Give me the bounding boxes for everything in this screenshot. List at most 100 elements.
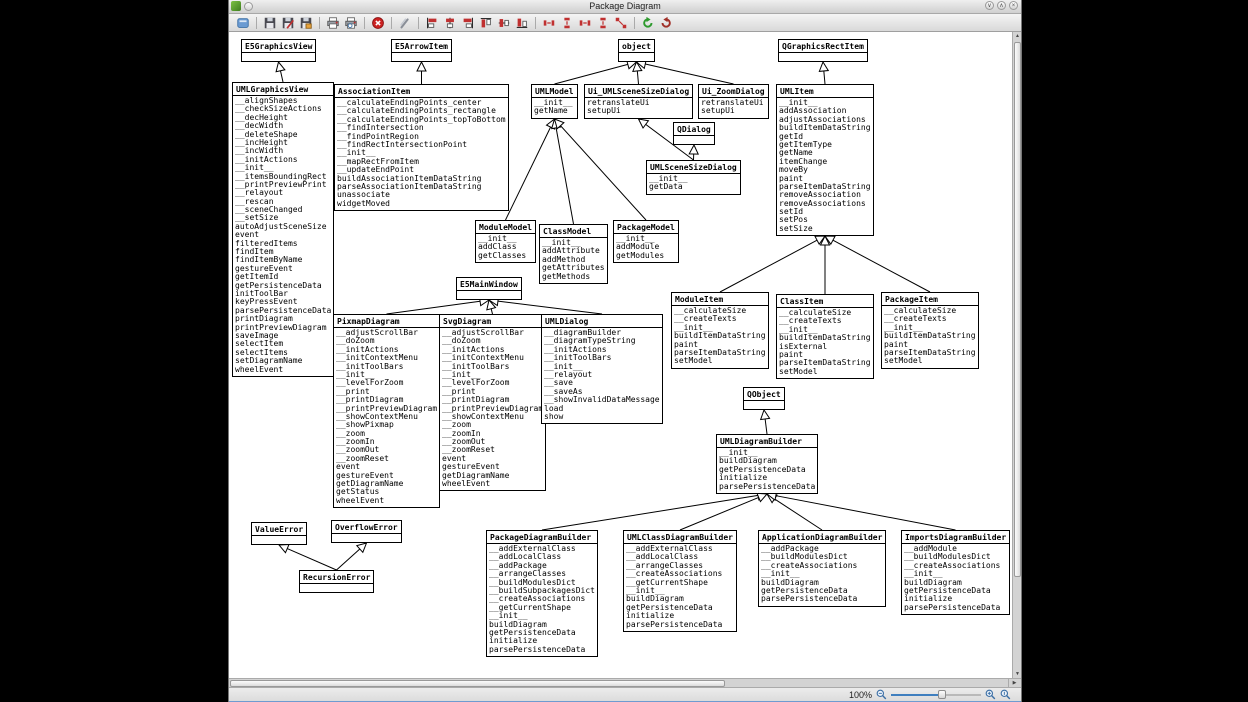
class-name: object <box>619 40 654 53</box>
undo-icon[interactable] <box>658 15 674 31</box>
class-name: ClassModel <box>540 225 607 238</box>
class-members: __calculateSize__createTexts__init__buil… <box>777 308 873 378</box>
zoom-in-icon[interactable] <box>985 689 996 700</box>
class-box-E5ArrowItem[interactable]: E5ArrowItem <box>391 39 452 62</box>
align-top-icon[interactable] <box>478 15 494 31</box>
vertical-scrollbar[interactable]: ▲ ▼ <box>1012 32 1021 678</box>
class-name: ModuleItem <box>672 293 768 306</box>
horizontal-scrollbar[interactable]: ▶ <box>229 678 1021 688</box>
class-box-UMLItem[interactable]: UMLItem__init__addAssociationadjustAssoc… <box>776 84 874 236</box>
class-member: getClasses <box>478 252 533 260</box>
class-box-AssociationItem[interactable]: AssociationItem__calculateEndingPoints_c… <box>334 84 509 211</box>
class-box-UMLSceneSizeDialog[interactable]: UMLSceneSizeDialog__init__getData <box>646 160 741 195</box>
toolbar-separator <box>535 17 536 29</box>
class-box-ClassModel[interactable]: ClassModel__init__addAttributeaddMethodg… <box>539 224 608 284</box>
space-vertically-icon[interactable] <box>559 15 575 31</box>
class-member: show <box>544 413 660 421</box>
redo-icon[interactable] <box>640 15 656 31</box>
package-diagram-window: Package Diagram ∨∧× E5GraphicsView E5Arro… <box>228 0 1022 702</box>
vertical-scrollbar-thumb[interactable] <box>1014 42 1021 577</box>
class-name: Ui_UMLSceneSizeDialog <box>585 85 692 98</box>
class-box-ClassItem[interactable]: ClassItem__calculateSize__createTexts__i… <box>776 294 874 379</box>
class-name: ModuleModel <box>476 221 535 234</box>
zoom-slider[interactable] <box>891 689 981 700</box>
class-box-UMLClassDiagramBuilder[interactable]: UMLClassDiagramBuilder__addExternalClass… <box>623 530 737 632</box>
shade-button[interactable]: ∨ <box>985 1 994 10</box>
class-box-OverflowError[interactable]: OverflowError <box>331 520 402 543</box>
class-name: UMLSceneSizeDialog <box>647 161 740 174</box>
resize-horizontally-icon[interactable] <box>577 15 593 31</box>
class-member: setModel <box>884 357 976 365</box>
zoom-out-icon[interactable] <box>876 689 887 700</box>
save-image-icon[interactable] <box>298 15 314 31</box>
class-members <box>457 291 521 299</box>
class-member: parsePersistenceData <box>719 483 815 491</box>
class-box-object[interactable]: object <box>618 39 655 62</box>
align-left-icon[interactable] <box>424 15 440 31</box>
class-box-QObject[interactable]: QObject <box>743 387 785 410</box>
zoom-level-label: 100% <box>849 690 872 700</box>
class-box-QDialog[interactable]: QDialog <box>673 122 715 145</box>
print-preview-icon[interactable] <box>343 15 359 31</box>
align-hcenter-icon[interactable] <box>442 15 458 31</box>
class-name: QObject <box>744 388 784 401</box>
scroll-down-arrow-icon[interactable]: ▼ <box>1013 671 1022 677</box>
align-bottom-icon[interactable] <box>514 15 530 31</box>
save-icon[interactable] <box>262 15 278 31</box>
class-name: QDialog <box>674 123 714 136</box>
class-members <box>332 534 401 542</box>
delete-icon[interactable] <box>370 15 386 31</box>
titlebar[interactable]: Package Diagram ∨∧× <box>229 0 1021 14</box>
class-members: __init__buildDiagramgetPersistenceDatain… <box>717 448 817 493</box>
class-name: ClassItem <box>777 295 873 308</box>
class-members: retranslateUisetupUi <box>585 98 692 118</box>
class-box-UMLDiagramBuilder[interactable]: UMLDiagramBuilder__init__buildDiagramget… <box>716 434 818 494</box>
class-members <box>619 53 654 61</box>
scroll-up-arrow-icon[interactable]: ▲ <box>1013 33 1022 39</box>
class-box-UMLModel[interactable]: UMLModel__init__getName <box>531 84 578 119</box>
class-member: widgetMoved <box>337 200 506 208</box>
class-box-PackageDiagramBuilder[interactable]: PackageDiagramBuilder__addExternalClass_… <box>486 530 598 657</box>
class-box-PackageModel[interactable]: PackageModel__init__addModulegetModules <box>613 220 679 263</box>
zoom-slider-thumb[interactable] <box>938 690 946 699</box>
class-box-E5GraphicsView[interactable]: E5GraphicsView <box>241 39 316 62</box>
class-box-QGraphicsRectItem[interactable]: QGraphicsRectItem <box>778 39 868 62</box>
class-members: __addExternalClass__addLocalClass__arran… <box>624 544 736 631</box>
class-name: UMLDialog <box>542 315 662 328</box>
horizontal-scrollbar-thumb[interactable] <box>230 680 725 687</box>
class-box-Ui_ZoomDialog[interactable]: Ui_ZoomDialogretranslateUisetupUi <box>698 84 769 119</box>
resize-both-icon[interactable] <box>613 15 629 31</box>
class-box-RecursionError[interactable]: RecursionError <box>299 570 374 593</box>
class-member: setSize <box>779 225 871 233</box>
class-box-UMLDialog[interactable]: UMLDialog__diagramBuilder__diagramTypeSt… <box>541 314 663 424</box>
align-vcenter-icon[interactable] <box>496 15 512 31</box>
class-name: PackageDiagramBuilder <box>487 531 597 544</box>
class-box-ValueError[interactable]: ValueError <box>251 522 307 545</box>
class-box-UMLGraphicsView[interactable]: UMLGraphicsView__alignShapes__checkSizeA… <box>232 82 334 377</box>
save-as-icon[interactable] <box>280 15 296 31</box>
class-box-PixmapDiagram[interactable]: PixmapDiagram__adjustScrollBar__doZoom__… <box>333 314 440 508</box>
window-title: Package Diagram <box>229 1 1021 11</box>
close-button[interactable]: × <box>1009 1 1018 10</box>
class-box-ApplicationDiagramBuilder[interactable]: ApplicationDiagramBuilder__addPackage__b… <box>758 530 886 607</box>
class-box-SvgDiagram[interactable]: SvgDiagram__adjustScrollBar__doZoom__ini… <box>439 314 546 491</box>
class-box-PackageItem[interactable]: PackageItem__calculateSize__createTexts_… <box>881 292 979 369</box>
maximize-button[interactable]: ∧ <box>997 1 1006 10</box>
close-window-icon[interactable] <box>235 15 251 31</box>
space-horizontally-icon[interactable] <box>541 15 557 31</box>
class-name: ApplicationDiagramBuilder <box>759 531 885 544</box>
class-box-Ui_UMLSceneSizeDialog[interactable]: Ui_UMLSceneSizeDialogretranslateUisetupU… <box>584 84 693 119</box>
relayout-icon[interactable] <box>397 15 413 31</box>
diagram-canvas[interactable]: E5GraphicsView E5ArrowItem object QGraphics… <box>229 32 1014 678</box>
align-right-icon[interactable] <box>460 15 476 31</box>
resize-vertically-icon[interactable] <box>595 15 611 31</box>
class-members: __calculateSize__createTexts__init__buil… <box>882 306 978 368</box>
class-box-ImportsDiagramBuilder[interactable]: ImportsDiagramBuilder__addModule__buildM… <box>901 530 1010 615</box>
class-box-ModuleItem[interactable]: ModuleItem__calculateSize__createTexts__… <box>671 292 769 369</box>
class-box-E5MainWindow[interactable]: E5MainWindow <box>456 277 522 300</box>
print-icon[interactable] <box>325 15 341 31</box>
class-box-ModuleModel[interactable]: ModuleModel__init__addClassgetClasses <box>475 220 536 263</box>
scroll-right-arrow-icon[interactable]: ▶ <box>1008 679 1020 687</box>
class-members: __init__getData <box>647 174 740 194</box>
zoom-reset-icon[interactable] <box>1000 689 1011 700</box>
